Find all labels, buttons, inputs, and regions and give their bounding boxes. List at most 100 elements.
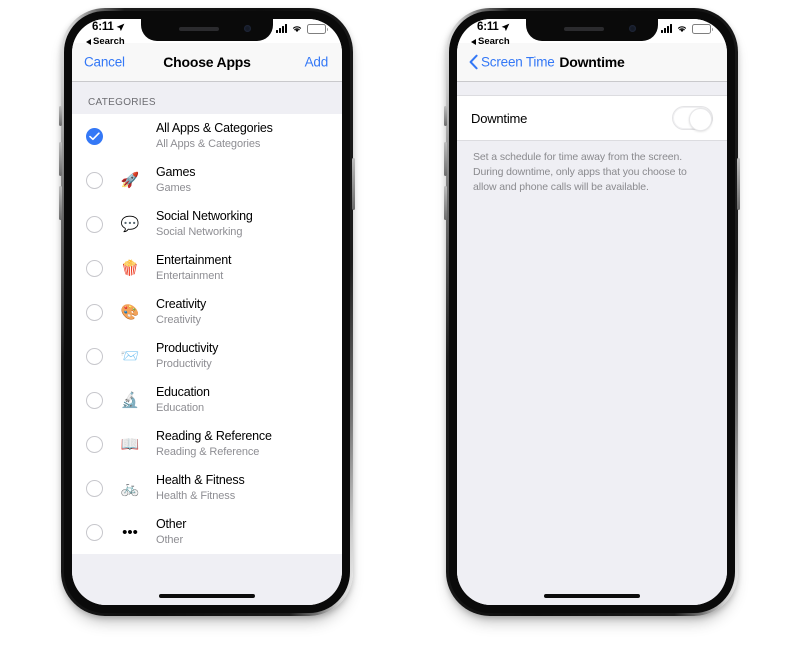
back-to-search-label: Search [93, 36, 125, 47]
list-item[interactable]: 🎨 Creativity Creativity [72, 290, 342, 334]
list-item-title: All Apps & Categories [156, 120, 273, 135]
checkbox-unselected[interactable] [86, 479, 103, 497]
volume-up-button[interactable] [59, 142, 62, 176]
back-triangle-icon [471, 38, 476, 45]
checkbox-unselected[interactable] [86, 435, 103, 453]
front-camera-icon [244, 25, 251, 32]
list-item[interactable]: 🚀 Games Games [72, 158, 342, 202]
back-button-screen-time[interactable]: Screen Time [469, 55, 555, 70]
list-item-text: Creativity Creativity [156, 291, 342, 334]
phone-bezel: 6:11 Search [64, 11, 350, 613]
battery-icon [692, 24, 713, 34]
cellular-signal-icon [276, 24, 287, 34]
volume-up-button[interactable] [444, 142, 447, 176]
wifi-icon [292, 26, 302, 33]
open-book-icon: 📖 [120, 435, 140, 453]
list-item-subtitle: Creativity [156, 314, 201, 327]
list-item-title: Health & Fitness [156, 472, 245, 487]
list-item-subtitle: All Apps & Categories [156, 138, 261, 151]
page-title: Downtime [559, 54, 625, 70]
list-item-subtitle: Entertainment [156, 270, 224, 283]
list-item-text: Other Other [156, 511, 342, 554]
list-item-text: Reading & Reference Reading & Reference [156, 423, 342, 466]
checkbox-unselected[interactable] [86, 215, 103, 233]
status-bar-time-label: 6:11 [92, 21, 114, 33]
downtime-description: Set a schedule for time away from the sc… [473, 151, 687, 193]
list-item[interactable]: 📨 Productivity Productivity [72, 334, 342, 378]
list-item[interactable]: 🔬 Education Education [72, 378, 342, 422]
atom-icon: 🔬 [120, 391, 140, 409]
front-camera-icon [629, 25, 636, 32]
downtime-toggle-switch[interactable] [672, 106, 713, 131]
checkbox-unselected[interactable] [86, 303, 103, 321]
status-bar-indicators [661, 24, 713, 34]
list-item-text: Productivity Productivity [156, 335, 342, 378]
earpiece-speaker-icon [179, 27, 219, 31]
battery-icon [307, 24, 328, 34]
list-item[interactable]: 📖 Reading & Reference Reading & Referenc… [72, 422, 342, 466]
status-bar-time: 6:11 [477, 21, 510, 33]
list-item-subtitle: Games [156, 182, 191, 195]
location-arrow-icon [116, 23, 124, 31]
list-item-title: Creativity [156, 296, 207, 311]
volume-down-button[interactable] [444, 186, 447, 220]
content-area: CATEGORIES All Apps & Categories All App… [72, 81, 342, 605]
page-title: Choose Apps [163, 54, 251, 70]
phone-device-choose-apps: 6:11 Search Cancel Choose Apps Add CATEG… [59, 8, 355, 616]
list-item-subtitle: Reading & Reference [156, 446, 260, 459]
cellular-signal-icon [661, 24, 672, 34]
downtime-toggle-label: Downtime [471, 110, 528, 126]
list-item-subtitle: Other [156, 534, 184, 547]
earpiece-speaker-icon [564, 27, 604, 31]
list-item-text: Social Networking Social Networking [156, 203, 342, 246]
list-item-title: Entertainment [156, 252, 232, 267]
downtime-toggle-row[interactable]: Downtime [457, 95, 727, 141]
content-area: Downtime Set a schedule for time away fr… [457, 81, 727, 605]
list-item[interactable]: All Apps & Categories All Apps & Categor… [72, 114, 342, 158]
artist-palette-icon: 🎨 [120, 303, 140, 321]
list-item-title: Reading & Reference [156, 428, 272, 443]
cancel-button[interactable]: Cancel [84, 55, 125, 70]
list-item-text: Entertainment Entertainment [156, 247, 342, 290]
phone-screen-downtime: 6:11 Search Screen Time Downtime Downtim… [457, 19, 727, 605]
checkbox-unselected[interactable] [86, 391, 103, 409]
list-item-subtitle: Health & Fitness [156, 490, 236, 503]
rocket-icon: 🚀 [120, 171, 140, 189]
list-item[interactable]: 🚲 Health & Fitness Health & Fitness [72, 466, 342, 510]
checkbox-unselected[interactable] [86, 347, 103, 365]
mute-switch[interactable] [59, 106, 62, 126]
list-item-text: Education Education [156, 379, 342, 422]
home-indicator[interactable] [159, 594, 255, 598]
speech-balloon-heart-icon: 💬 [120, 215, 140, 233]
mute-switch[interactable] [444, 106, 447, 126]
list-item-title: Other [156, 516, 187, 531]
home-indicator[interactable] [544, 594, 640, 598]
list-item-subtitle: Education [156, 402, 205, 415]
list-item-title: Productivity [156, 340, 219, 355]
list-item[interactable]: ••• Other Other [72, 510, 342, 554]
back-to-search-chip[interactable]: Search [471, 36, 510, 47]
back-to-search-chip[interactable]: Search [86, 36, 125, 47]
list-item-title: Games [156, 164, 196, 179]
add-button[interactable]: Add [305, 55, 329, 70]
status-bar-time-label: 6:11 [477, 21, 499, 33]
phone-bezel: 6:11 Search [449, 11, 735, 613]
checkbox-unselected[interactable] [86, 259, 103, 277]
checkbox-selected[interactable] [86, 127, 103, 145]
top-spacer [457, 81, 727, 95]
list-item-title: Social Networking [156, 208, 253, 223]
checkbox-unselected[interactable] [86, 523, 103, 541]
status-bar-time: 6:11 [92, 21, 125, 33]
list-item-text: All Apps & Categories All Apps & Categor… [156, 115, 342, 158]
categories-list: All Apps & Categories All Apps & Categor… [72, 114, 342, 554]
back-triangle-icon [86, 38, 91, 45]
ellipsis-icon: ••• [122, 523, 138, 541]
checkbox-unselected[interactable] [86, 171, 103, 189]
side-power-button[interactable] [352, 158, 355, 210]
navigation-bar: Cancel Choose Apps Add [72, 43, 342, 82]
volume-down-button[interactable] [59, 186, 62, 220]
list-item[interactable]: 💬 Social Networking Social Networking [72, 202, 342, 246]
list-item[interactable]: 🍿 Entertainment Entertainment [72, 246, 342, 290]
side-power-button[interactable] [737, 158, 740, 210]
back-to-search-label: Search [478, 36, 510, 47]
